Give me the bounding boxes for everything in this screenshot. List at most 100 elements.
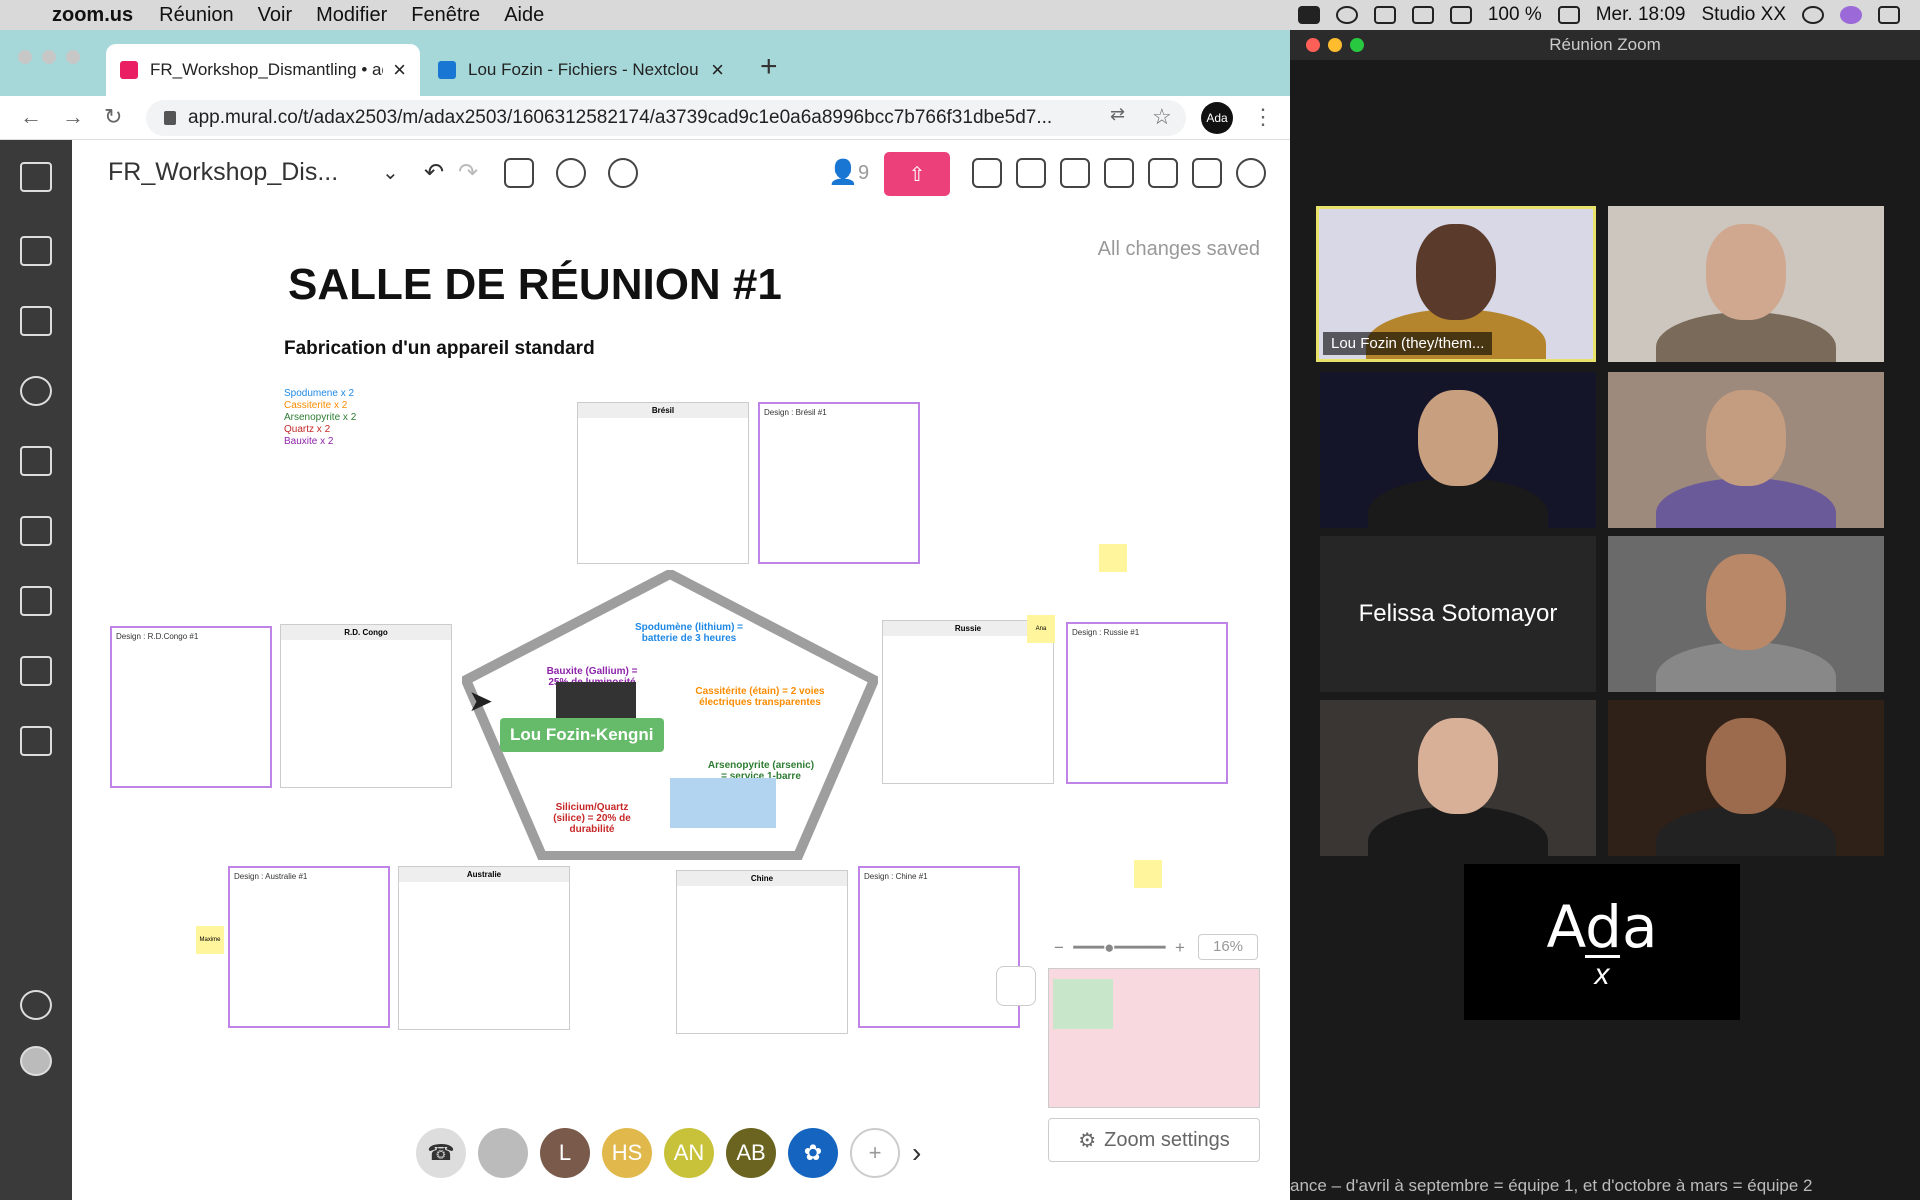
design-frame-chine[interactable]: Design : Chine #1: [858, 866, 1020, 1028]
search-icon[interactable]: [1192, 158, 1222, 188]
user-avatar-icon[interactable]: [20, 1046, 52, 1076]
zoom-percentage[interactable]: 16%: [1198, 934, 1258, 960]
download-icon[interactable]: [972, 158, 1002, 188]
video-tile[interactable]: [1320, 700, 1596, 856]
chat-icon[interactable]: [1060, 158, 1090, 188]
sticky-note-ana[interactable]: Ana: [1027, 615, 1055, 643]
design-frame-congo[interactable]: Design : R.D.Congo #1: [110, 626, 272, 788]
reload-icon[interactable]: ↻: [104, 104, 122, 130]
siri-icon[interactable]: [1840, 6, 1862, 24]
sticky-note[interactable]: [1099, 544, 1127, 572]
creative-cloud-icon[interactable]: [1335, 6, 1358, 24]
mural-canvas[interactable]: All changes saved SALLE DE RÉUNION #1 Fa…: [72, 238, 1290, 1200]
add-participant-icon[interactable]: +: [850, 1128, 900, 1178]
video-tile[interactable]: [1608, 536, 1884, 692]
design-frame-bresil[interactable]: Design : Brésil #1: [758, 402, 920, 564]
video-tile[interactable]: [1320, 372, 1596, 528]
video-tile[interactable]: [1608, 700, 1884, 856]
star-icon[interactable]: [20, 376, 52, 406]
menu-reunion[interactable]: Réunion: [147, 4, 246, 27]
dropbox-icon[interactable]: [1373, 6, 1396, 24]
turtle-avatar-icon[interactable]: ✿: [788, 1128, 838, 1178]
zoom-settings-button[interactable]: ⚙ Zoom settings: [1048, 1118, 1260, 1162]
menu-modifier[interactable]: Modifier: [304, 4, 399, 27]
close-tab-icon[interactable]: ×: [393, 57, 406, 83]
lock-icon[interactable]: [164, 111, 176, 125]
country-card-australie[interactable]: Australie: [398, 866, 570, 1030]
app-menu[interactable]: zoom.us: [38, 4, 147, 27]
new-tab-icon[interactable]: +: [760, 50, 778, 84]
country-card-russie[interactable]: Russie: [882, 620, 1054, 784]
design-frame-australie[interactable]: Design : Australie #1: [228, 866, 390, 1028]
shapes-icon[interactable]: [20, 306, 52, 336]
private-mode-icon[interactable]: [556, 158, 586, 188]
address-bar[interactable]: app.mural.co/t/adax2503/m/adax2503/16063…: [146, 100, 1186, 136]
hand-tool-button[interactable]: [996, 966, 1036, 1006]
members-icon[interactable]: 👤: [828, 158, 858, 187]
country-card-congo[interactable]: R.D. Congo: [280, 624, 452, 788]
file-upload-icon[interactable]: [20, 656, 52, 686]
back-icon[interactable]: ←: [20, 104, 42, 130]
frameworks-icon[interactable]: [20, 446, 52, 476]
help-icon[interactable]: [1236, 158, 1266, 188]
participant-avatar-ab[interactable]: AB: [726, 1128, 776, 1178]
lightning-icon[interactable]: [20, 990, 52, 1020]
forward-icon[interactable]: →: [62, 104, 84, 130]
library-icon[interactable]: [20, 586, 52, 616]
mural-title[interactable]: FR_Workshop_Dis...: [108, 158, 338, 187]
more-menu-icon[interactable]: ⋮: [1252, 104, 1274, 130]
timer-icon[interactable]: [608, 158, 638, 188]
participant-avatar-l[interactable]: L: [540, 1128, 590, 1178]
sticky-note-maxime[interactable]: Maxime: [196, 926, 224, 954]
country-card-chine[interactable]: Chine: [676, 870, 848, 1034]
clock[interactable]: Mer. 18:09: [1596, 4, 1686, 26]
comments-icon[interactable]: [1016, 158, 1046, 188]
airplay-icon[interactable]: [1411, 6, 1434, 24]
minimize-window-button[interactable]: [42, 50, 56, 64]
minimap[interactable]: [1048, 968, 1260, 1108]
outline-list-icon[interactable]: [1148, 158, 1178, 188]
control-center-icon[interactable]: [1878, 6, 1900, 24]
zoom-minimize-button[interactable]: [1328, 38, 1342, 52]
close-window-button[interactable]: [18, 50, 32, 64]
zoom-slider[interactable]: − ━━━●━━━━━ +: [1054, 938, 1185, 958]
participant-avatar-hs[interactable]: HS: [602, 1128, 652, 1178]
participant-avatar[interactable]: [478, 1128, 528, 1178]
spotlight-icon[interactable]: [1802, 6, 1824, 24]
video-tile-ada-logo[interactable]: Ada x: [1464, 864, 1740, 1020]
wifi-icon[interactable]: [1449, 6, 1472, 24]
translate-icon[interactable]: ⇄: [1110, 104, 1125, 125]
close-tab-icon[interactable]: ×: [711, 57, 724, 83]
exit-icon[interactable]: [20, 162, 52, 192]
tab-nextcloud[interactable]: Lou Fozin - Fichiers - Nextclou ×: [424, 44, 738, 96]
menu-voir[interactable]: Voir: [246, 4, 304, 27]
profile-avatar[interactable]: Ada: [1201, 102, 1233, 134]
menu-aide[interactable]: Aide: [492, 4, 556, 27]
undo-icon[interactable]: ↶: [424, 158, 444, 187]
zoom-close-button[interactable]: [1306, 38, 1320, 52]
image-icon[interactable]: [20, 516, 52, 546]
video-tile-felissa[interactable]: Felissa Sotomayor: [1320, 536, 1596, 692]
redo-icon[interactable]: ↷: [458, 158, 478, 187]
zoom-window-button[interactable]: [66, 50, 80, 64]
activity-icon[interactable]: [1104, 158, 1134, 188]
pen-icon[interactable]: [20, 726, 52, 756]
battery-icon[interactable]: [1557, 6, 1580, 24]
country-card-bresil[interactable]: Brésil: [577, 402, 749, 564]
video-tile[interactable]: [1608, 372, 1884, 528]
chevron-down-icon[interactable]: ⌄: [382, 160, 399, 185]
chevron-right-icon[interactable]: ›: [912, 1137, 921, 1169]
design-frame-russie[interactable]: Design : Russie #1: [1066, 622, 1228, 784]
menu-fenetre[interactable]: Fenêtre: [399, 4, 492, 27]
zoom-fullscreen-button[interactable]: [1350, 38, 1364, 52]
tab-mural[interactable]: FR_Workshop_Dismantling • ad ×: [106, 44, 420, 96]
user-name[interactable]: Studio XX: [1702, 4, 1787, 26]
video-tile-lou-fozin[interactable]: Lou Fozin (they/them...: [1316, 206, 1596, 362]
sticky-note-icon[interactable]: [20, 236, 52, 266]
sticky-note[interactable]: [1134, 860, 1162, 888]
video-tile[interactable]: [1608, 206, 1884, 362]
zoom-status-icon[interactable]: [1297, 6, 1320, 24]
phone-icon[interactable]: ☎: [416, 1128, 466, 1178]
share-button[interactable]: ⇧: [884, 152, 950, 196]
outline-icon[interactable]: [504, 158, 534, 188]
